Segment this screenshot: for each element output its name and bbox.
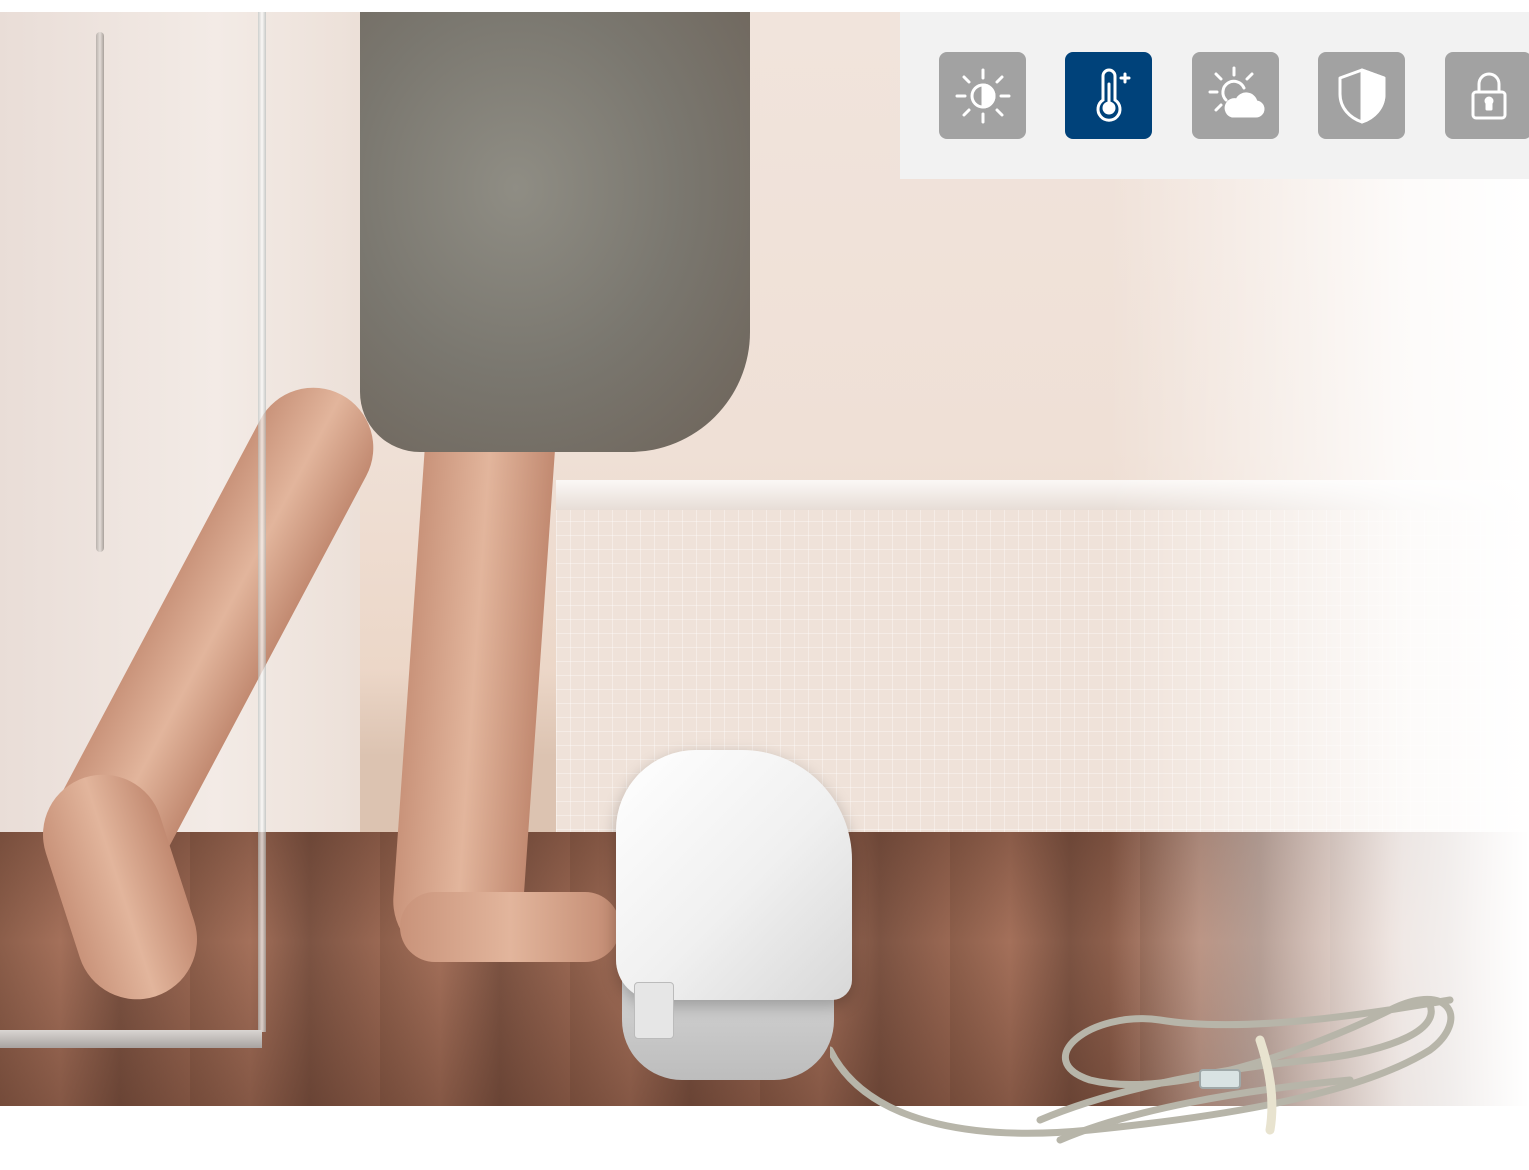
rj-plug (1199, 1069, 1241, 1089)
right-foot (400, 892, 620, 962)
thermal-actuator (612, 750, 852, 1085)
padlock-icon (1471, 72, 1506, 119)
tile-weather[interactable] (1192, 52, 1279, 139)
actuator-cap (616, 750, 852, 1000)
tile-brightness[interactable] (939, 52, 1026, 139)
shield-icon (1338, 68, 1385, 123)
feature-icon-bar (900, 12, 1529, 179)
cable-tie (1255, 1035, 1277, 1135)
towel (360, 12, 750, 452)
shower-pipe (96, 32, 104, 552)
brightness-contrast-icon (955, 68, 1010, 123)
glass-door-bottom (0, 1030, 262, 1048)
thermometer-plus-icon (1096, 68, 1130, 122)
tile-thermometer[interactable] (1065, 52, 1152, 139)
tile-lock[interactable] (1445, 52, 1529, 139)
actuator-clip (634, 982, 674, 1039)
tile-shield[interactable] (1318, 52, 1405, 139)
weather-sun-cloud-icon (1208, 66, 1264, 117)
glass-door-edge (258, 12, 266, 1032)
actuator-cable (830, 995, 1455, 1144)
